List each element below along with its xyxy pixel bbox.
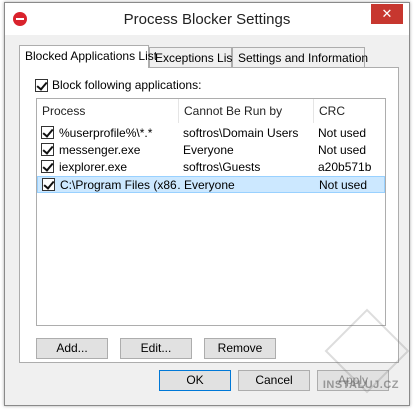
add-button[interactable]: Add... (36, 338, 108, 359)
user-cell: Everyone (183, 143, 234, 157)
process-cell: messenger.exe (59, 143, 141, 157)
block-applications-option[interactable]: Block following applications: (35, 78, 201, 92)
row-checkbox[interactable] (41, 143, 54, 156)
process-cell: iexplorer.exe (59, 160, 128, 174)
list-header: Process Cannot Be Run by CRC (37, 99, 385, 123)
user-cell: Everyone (184, 178, 235, 192)
crc-cell: Not used (318, 126, 367, 140)
title-bar: Process Blocker Settings ✕ (5, 3, 409, 35)
row-checkbox[interactable] (42, 178, 55, 191)
user-cell: softros\Domain Users (183, 126, 299, 140)
user-cell: softros\Guests (183, 160, 261, 174)
tab-settings-information[interactable]: Settings and Information (232, 47, 368, 67)
tab-blocked-applications[interactable]: Blocked Applications List (19, 45, 157, 68)
process-cell: %userprofile%\*.* (59, 126, 153, 140)
close-button[interactable]: ✕ (371, 4, 403, 24)
list-item[interactable]: %userprofile%\*.* softros\Domain Users N… (37, 125, 385, 142)
list-item[interactable]: iexplorer.exe softros\Guests a20b571b (37, 159, 385, 176)
crc-cell: Not used (318, 143, 367, 157)
column-header-crc[interactable]: CRC (314, 99, 387, 123)
window-title: Process Blocker Settings (123, 11, 291, 28)
blocked-applications-list[interactable]: Process Cannot Be Run by CRC %userprofil… (36, 98, 386, 326)
column-header-process[interactable]: Process (37, 99, 179, 123)
crc-cell: Not used (319, 178, 368, 192)
tab-exceptions[interactable]: Exceptions List (149, 47, 236, 67)
cancel-button[interactable]: Cancel (238, 370, 310, 391)
watermark-text: INSTALUJ.CZ (322, 379, 399, 391)
remove-button[interactable]: Remove (204, 338, 276, 359)
ok-button[interactable]: OK (159, 370, 231, 391)
row-checkbox[interactable] (41, 160, 54, 173)
edit-button[interactable]: Edit... (120, 338, 192, 359)
list-item-selected[interactable]: C:\Program Files (x86… Everyone Not used (37, 176, 385, 193)
block-applications-checkbox[interactable] (35, 78, 48, 92)
list-rows: %userprofile%\*.* softros\Domain Users N… (37, 125, 385, 193)
column-header-cannot-be-run-by[interactable]: Cannot Be Run by (179, 99, 314, 123)
process-cell: C:\Program Files (x86… (60, 178, 180, 192)
block-applications-label: Block following applications: (52, 78, 202, 92)
crc-cell: a20b571b (318, 160, 372, 174)
tab-panel: Block following applications: Process Ca… (19, 67, 399, 363)
row-checkbox[interactable] (41, 126, 54, 139)
dialog-window: Process Blocker Settings ✕ Blocked Appli… (4, 2, 410, 406)
list-item[interactable]: messenger.exe Everyone Not used (37, 142, 385, 159)
